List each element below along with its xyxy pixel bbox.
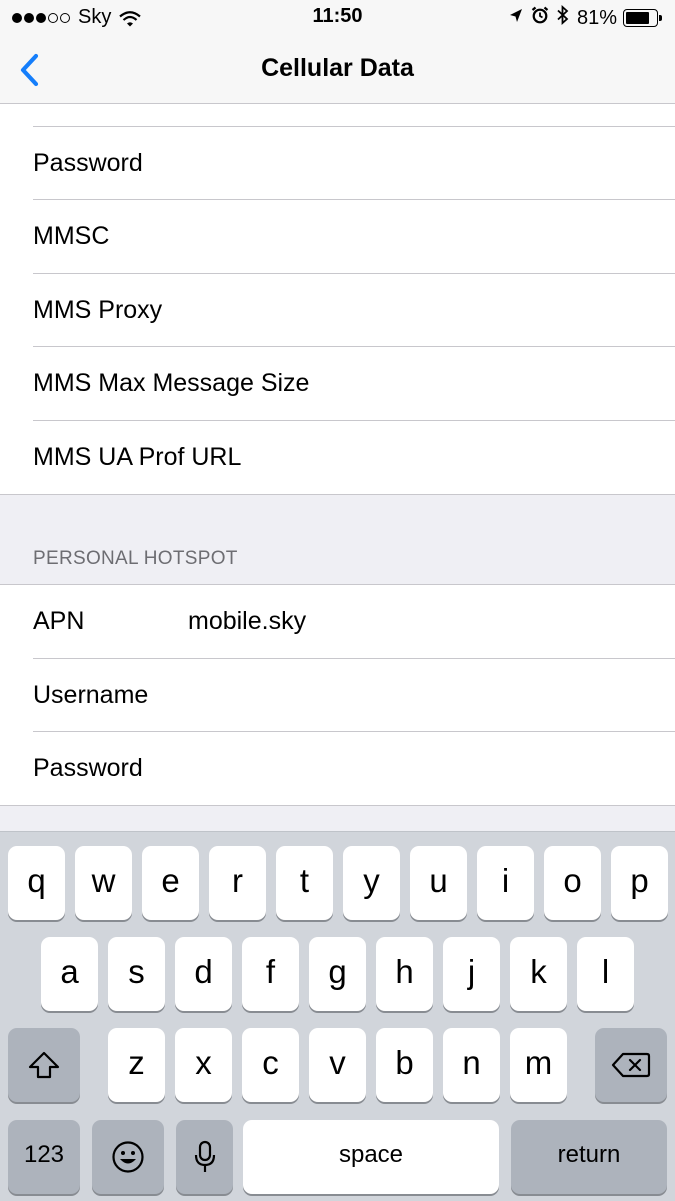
key-t[interactable]: t	[276, 846, 333, 920]
key-z[interactable]: z	[108, 1028, 165, 1102]
space-key[interactable]: space	[243, 1120, 499, 1194]
delete-key[interactable]	[595, 1028, 667, 1102]
key-h[interactable]: h	[376, 937, 433, 1011]
numbers-key[interactable]: 123	[8, 1120, 80, 1194]
emoji-icon	[112, 1141, 144, 1173]
key-k[interactable]: k	[510, 937, 567, 1011]
list-item-mms-proxy[interactable]: MMS Proxy	[33, 273, 675, 346]
dictation-key[interactable]	[176, 1120, 233, 1194]
row-label: MMS UA Prof URL	[33, 443, 242, 471]
key-v[interactable]: v	[309, 1028, 366, 1102]
delete-icon	[611, 1052, 651, 1078]
row-label: MMSC	[33, 222, 110, 250]
key-l[interactable]: l	[577, 937, 634, 1011]
location-arrow-icon	[509, 7, 523, 30]
list-item-apn[interactable]: APN mobile.sky	[33, 585, 675, 658]
list-item-password[interactable]: Password	[33, 126, 675, 199]
key-w[interactable]: w	[75, 846, 132, 920]
row-label: Username	[33, 681, 149, 709]
row-label: Password	[33, 149, 143, 177]
key-g[interactable]: g	[309, 937, 366, 1011]
key-n[interactable]: n	[443, 1028, 500, 1102]
apn-value[interactable]: mobile.sky	[188, 585, 306, 658]
list-item-mms-max-message-size[interactable]: MMS Max Message Size	[33, 346, 675, 419]
list-item-username[interactable]: Username	[33, 658, 675, 731]
mms-settings-list: Password MMSC MMS Proxy MMS Max Message …	[0, 104, 675, 495]
row-label: Password	[33, 754, 143, 782]
battery-percent: 81%	[576, 6, 617, 29]
row-label: MMS Max Message Size	[33, 369, 310, 397]
key-x[interactable]: x	[175, 1028, 232, 1102]
list-item-mms-ua-prof-url[interactable]: MMS UA Prof URL	[33, 420, 675, 493]
status-indicators: 81%	[501, 4, 663, 31]
key-p[interactable]: p	[611, 846, 668, 920]
key-o[interactable]: o	[544, 846, 601, 920]
key-a[interactable]: a	[41, 937, 98, 1011]
row-label: MMS Proxy	[33, 296, 163, 324]
bluetooth-icon	[557, 4, 569, 31]
key-e[interactable]: e	[142, 846, 199, 920]
emoji-key[interactable]	[92, 1120, 164, 1194]
hotspot-settings-list: APN mobile.sky Username Password	[0, 584, 675, 806]
key-i[interactable]: i	[477, 846, 534, 920]
status-bar: Sky 11:50 81%	[0, 0, 675, 34]
keyboard: q w e r t y u i o p a s d f g h j k l z …	[0, 831, 675, 1201]
key-r[interactable]: r	[209, 846, 266, 920]
list-item-mmsc[interactable]: MMSC	[33, 199, 675, 272]
list-item-password[interactable]: Password	[33, 731, 675, 804]
row-label: APN	[33, 607, 85, 635]
key-d[interactable]: d	[175, 937, 232, 1011]
key-u[interactable]: u	[410, 846, 467, 920]
shift-icon	[28, 1051, 60, 1079]
key-j[interactable]: j	[443, 937, 500, 1011]
shift-key[interactable]	[8, 1028, 80, 1102]
alarm-clock-icon	[531, 6, 549, 30]
key-y[interactable]: y	[343, 846, 400, 920]
key-m[interactable]: m	[510, 1028, 567, 1102]
microphone-icon	[194, 1140, 215, 1172]
return-key[interactable]: return	[511, 1120, 667, 1194]
key-f[interactable]: f	[242, 937, 299, 1011]
key-q[interactable]: q	[8, 846, 65, 920]
key-b[interactable]: b	[376, 1028, 433, 1102]
battery-icon	[623, 9, 663, 27]
key-c[interactable]: c	[242, 1028, 299, 1102]
page-title: Cellular Data	[261, 54, 414, 82]
key-s[interactable]: s	[108, 937, 165, 1011]
navigation-bar: Cellular Data	[0, 34, 675, 104]
section-header-personal-hotspot: PERSONAL HOTSPOT	[33, 548, 238, 569]
